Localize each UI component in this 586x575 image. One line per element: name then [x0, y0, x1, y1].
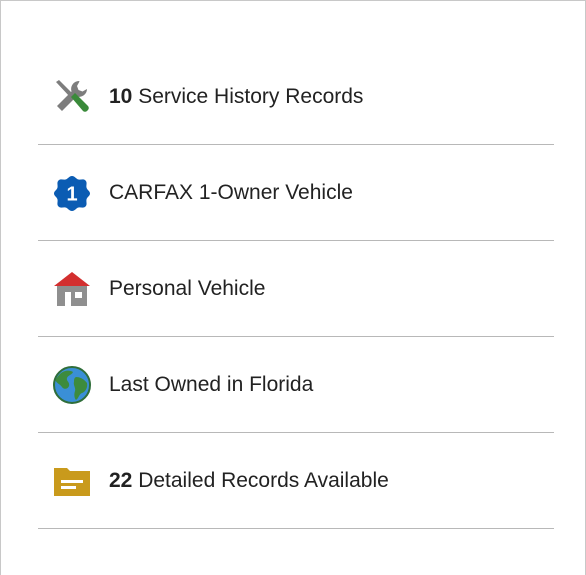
folder-icon	[52, 461, 92, 501]
personal-vehicle-label: Personal Vehicle	[109, 276, 266, 300]
list-item-one-owner[interactable]: 1 CARFAX 1-Owner Vehicle	[38, 145, 554, 241]
detailed-records-count: 22	[109, 468, 133, 492]
list-item-detailed-records[interactable]: 22 Detailed Records Available	[38, 433, 554, 529]
detailed-records-label: 22 Detailed Records Available	[109, 468, 389, 492]
list-item-last-owned-location[interactable]: Last Owned in Florida	[38, 337, 554, 433]
one-owner-badge-number: 1	[66, 183, 77, 205]
service-history-label: 10 Service History Records	[109, 85, 364, 108]
service-history-count: 10	[109, 85, 133, 108]
history-highlights-list: 10 Service History Records 1 CARFAX 1-Ow…	[38, 50, 554, 529]
vehicle-history-summary-panel: 10 Service History Records 1 CARFAX 1-Ow…	[0, 0, 586, 575]
list-item-personal-vehicle[interactable]: Personal Vehicle	[38, 241, 554, 337]
one-owner-badge-icon: 1	[52, 173, 92, 213]
last-owned-label: Last Owned in Florida	[109, 372, 314, 396]
wrench-screwdriver-icon	[52, 77, 92, 117]
list-item-service-history[interactable]: 10 Service History Records	[38, 50, 554, 145]
globe-icon	[52, 365, 92, 405]
house-icon	[52, 269, 92, 309]
one-owner-label: CARFAX 1-Owner Vehicle	[109, 180, 353, 204]
